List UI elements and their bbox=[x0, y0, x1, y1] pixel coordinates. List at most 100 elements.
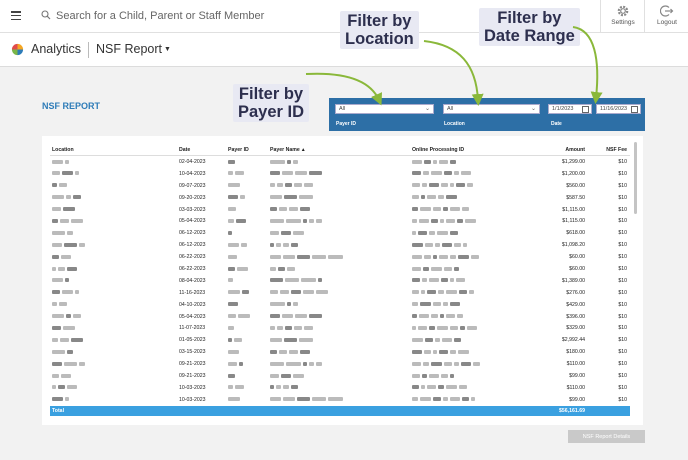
col-payer-name-label: Payer Name bbox=[270, 146, 300, 153]
cell-location bbox=[50, 334, 177, 346]
redacted-text bbox=[304, 326, 313, 331]
redacted-text bbox=[62, 171, 73, 176]
redacted-text bbox=[309, 314, 322, 319]
redacted-text bbox=[236, 219, 246, 224]
col-payer-name[interactable]: Payer Name▲ bbox=[268, 144, 410, 156]
redacted-text bbox=[52, 290, 60, 295]
redacted-text bbox=[450, 183, 454, 188]
table-row[interactable]: 01-05-2023 $2,992.44 $10 bbox=[50, 334, 630, 346]
cell-location bbox=[50, 168, 177, 180]
redacted-text bbox=[293, 373, 304, 378]
cell-payer-id bbox=[226, 263, 268, 275]
table-row[interactable]: 09-21-2023 $110.00 $10 bbox=[50, 358, 630, 370]
table-row[interactable]: 03-03-2023 $1,115.00 $10 bbox=[50, 204, 630, 216]
redacted-text bbox=[462, 397, 469, 402]
redacted-text bbox=[433, 159, 437, 164]
table-row[interactable]: 06-12-2023 $1,098.20 $10 bbox=[50, 239, 630, 251]
redacted-text bbox=[293, 302, 298, 307]
redacted-text bbox=[457, 219, 463, 224]
redacted-text bbox=[423, 361, 429, 366]
redacted-text bbox=[73, 195, 81, 200]
cell-location bbox=[50, 287, 177, 299]
redacted-text bbox=[424, 254, 431, 259]
redacted-text bbox=[67, 385, 77, 390]
table-row[interactable]: 11-07-2023 $329.00 $10 bbox=[50, 322, 630, 334]
table-row[interactable]: 08-04-2023 $1,389.00 $10 bbox=[50, 275, 630, 287]
redacted-text bbox=[237, 266, 248, 271]
redacted-text bbox=[270, 349, 277, 354]
col-date[interactable]: Date bbox=[177, 144, 226, 156]
table-row[interactable]: 05-04-2023 $396.00 $10 bbox=[50, 311, 630, 323]
redacted-text bbox=[312, 397, 326, 402]
table-row[interactable]: 10-03-2023 $110.00 $10 bbox=[50, 382, 630, 394]
col-online-processing-id[interactable]: Online Processing ID bbox=[410, 144, 506, 156]
redacted-text bbox=[316, 361, 322, 366]
table-row[interactable]: 06-22-2023 $60.00 $10 bbox=[50, 251, 630, 263]
table-row[interactable]: 10-03-2023 $99.00 $10 bbox=[50, 394, 630, 406]
redacted-text bbox=[64, 242, 77, 247]
table-row[interactable]: 06-22-2023 $60.00 $10 bbox=[50, 263, 630, 275]
redacted-text bbox=[52, 302, 57, 307]
table-row[interactable]: 09-21-2023 $99.00 $10 bbox=[50, 370, 630, 382]
redacted-text bbox=[303, 290, 314, 295]
cell-amount: $99.00 bbox=[569, 372, 585, 379]
cell-online-processing-id bbox=[410, 239, 506, 251]
redacted-text bbox=[62, 290, 73, 295]
cell-payer-id bbox=[226, 180, 268, 192]
redacted-text bbox=[316, 290, 328, 295]
table-row[interactable]: 04-10-2023 $429.00 $10 bbox=[50, 299, 630, 311]
redacted-text bbox=[454, 337, 461, 342]
col-location[interactable]: Location bbox=[50, 144, 177, 156]
redacted-text bbox=[328, 254, 343, 259]
redacted-text bbox=[286, 219, 301, 224]
redacted-text bbox=[52, 361, 62, 366]
nsf-report-details-button[interactable]: NSF Report Details bbox=[568, 430, 645, 443]
cell-location bbox=[50, 204, 177, 216]
redacted-text bbox=[328, 397, 343, 402]
table-row[interactable]: 06-12-2023 $618.00 $10 bbox=[50, 227, 630, 239]
cell-nsf-fee: $10 bbox=[618, 194, 627, 201]
cell-location bbox=[50, 215, 177, 227]
cell-payer-name bbox=[268, 370, 410, 382]
col-amount[interactable]: Amount bbox=[506, 144, 588, 156]
redacted-text bbox=[456, 183, 465, 188]
cell-payer-id bbox=[226, 394, 268, 406]
table-row[interactable]: 11-16-2023 $276.00 $10 bbox=[50, 287, 630, 299]
cell-amount: $429.00 bbox=[566, 301, 585, 308]
cell-payer-name bbox=[268, 299, 410, 311]
redacted-text bbox=[270, 254, 281, 259]
table-row[interactable]: 02-04-2023 $1,299.00 $10 bbox=[50, 156, 630, 168]
table-row[interactable]: 09-07-2023 $560.00 $10 bbox=[50, 180, 630, 192]
table-row[interactable]: 09-20-2023 $587.50 $10 bbox=[50, 192, 630, 204]
nsf-table: Location Date Payer ID Payer Name▲ Onlin… bbox=[50, 144, 630, 416]
redacted-text bbox=[294, 183, 302, 188]
redacted-text bbox=[270, 183, 275, 188]
table-row[interactable]: 03-15-2023 $180.00 $10 bbox=[50, 346, 630, 358]
redacted-text bbox=[454, 242, 461, 247]
table-row[interactable]: 05-04-2023 $1,115.00 $10 bbox=[50, 215, 630, 227]
table-row[interactable]: 10-04-2023 $1,200.00 $10 bbox=[50, 168, 630, 180]
redacted-text bbox=[412, 314, 417, 319]
redacted-text bbox=[424, 159, 431, 164]
cell-nsf-fee: $10 bbox=[618, 218, 627, 225]
redacted-text bbox=[435, 242, 440, 247]
redacted-text bbox=[299, 195, 313, 200]
cell-nsf-fee: $10 bbox=[618, 372, 627, 379]
redacted-text bbox=[228, 337, 232, 342]
col-nsf-fee[interactable]: NSF Fee bbox=[588, 144, 630, 156]
redacted-text bbox=[433, 254, 437, 259]
table-scrollbar[interactable] bbox=[634, 142, 637, 214]
redacted-text bbox=[454, 266, 459, 271]
cell-payer-name bbox=[268, 322, 410, 334]
cell-payer-name bbox=[268, 215, 410, 227]
redacted-text bbox=[437, 230, 448, 235]
total-empty-cell bbox=[410, 405, 506, 416]
redacted-text bbox=[59, 302, 67, 307]
redacted-text bbox=[270, 207, 277, 212]
redacted-text bbox=[412, 278, 420, 283]
redacted-text bbox=[454, 171, 459, 176]
redacted-text bbox=[425, 337, 433, 342]
cell-payer-name bbox=[268, 168, 410, 180]
redacted-text bbox=[460, 326, 465, 331]
col-payer-id[interactable]: Payer ID bbox=[226, 144, 268, 156]
